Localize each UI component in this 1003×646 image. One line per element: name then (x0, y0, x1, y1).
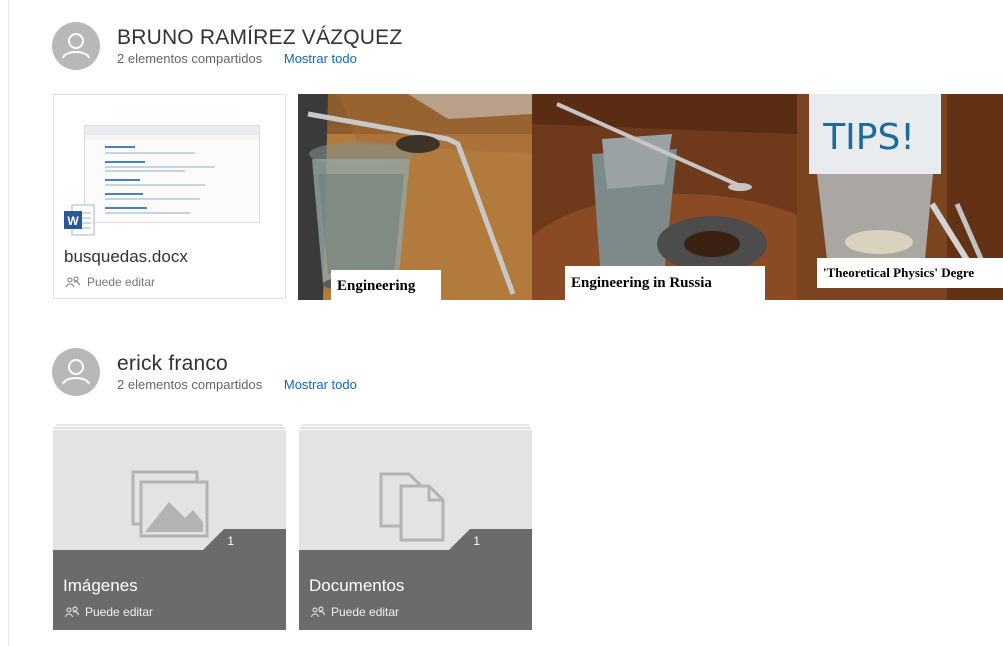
document-preview (84, 125, 260, 223)
user-header: BRUNO RAMÍREZ VÁZQUEZ 2 elementos compar… (52, 22, 402, 70)
photo-tile-tips[interactable]: TIPS! 'Theoretical Physics' Degre (797, 94, 1003, 300)
show-all-link[interactable]: Mostrar todo (284, 51, 357, 66)
document-name: busquedas.docx (64, 247, 188, 266)
folder-name: Imágenes (63, 576, 138, 595)
folder-tile-documentos[interactable]: 1 Documentos Puede editar (299, 424, 532, 630)
permission-text: Puede editar (87, 275, 156, 289)
photo-caption: Engineering in Russia (565, 266, 765, 300)
permission-label: Puede editar (311, 605, 399, 619)
documents-icon (379, 472, 445, 542)
people-icon (311, 606, 325, 618)
shared-items-row: W busquedas.docx Puede editar Engineerin… (0, 94, 1003, 300)
permission-text: Puede editar (85, 605, 154, 619)
permission-label: Puede editar (66, 275, 155, 289)
avatar[interactable] (52, 348, 100, 396)
sign-text: TIPS! (822, 117, 915, 158)
user-header: erick franco 2 elementos compartidos Mos… (52, 348, 357, 396)
word-document-icon: W (64, 204, 95, 236)
photo-caption: 'Theoretical Physics' Degre (817, 258, 1003, 288)
photo-caption: Engineering (331, 270, 441, 300)
photo-tile-engineering-russia[interactable]: Engineering in Russia (532, 94, 797, 300)
image-icon (131, 470, 209, 538)
people-icon (66, 276, 80, 288)
user-name[interactable]: erick franco (117, 352, 357, 376)
permission-text: Puede editar (331, 605, 400, 619)
shared-count: 2 elementos compartidos (117, 377, 263, 392)
folder-tile-imagenes[interactable]: 1 Imágenes Puede editar (53, 424, 286, 630)
person-icon (62, 359, 90, 385)
item-count-badge: 1 (227, 534, 234, 548)
user-name[interactable]: BRUNO RAMÍREZ VÁZQUEZ (117, 26, 402, 50)
permission-label: Puede editar (65, 605, 153, 619)
svg-text:W: W (67, 214, 79, 228)
show-all-link[interactable]: Mostrar todo (284, 377, 357, 392)
people-icon (65, 606, 79, 618)
avatar[interactable] (52, 22, 100, 70)
photo-tile-engineering[interactable]: Engineering (298, 94, 532, 300)
folder-name: Documentos (309, 576, 405, 595)
item-count-badge: 1 (473, 534, 480, 548)
shared-count: 2 elementos compartidos (117, 51, 263, 66)
shared-folders-row: 1 Imágenes Puede editar 1 Documentos Pue… (0, 424, 1003, 630)
person-icon (62, 33, 90, 59)
document-tile[interactable]: W busquedas.docx Puede editar (53, 94, 286, 299)
